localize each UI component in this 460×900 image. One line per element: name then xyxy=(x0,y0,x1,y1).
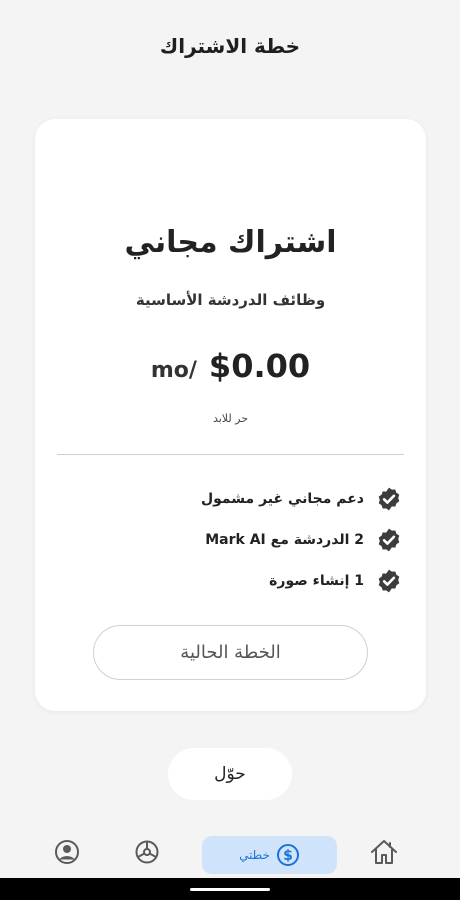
home-icon xyxy=(371,840,397,864)
plan-description: وظائف الدردشة الأساسية xyxy=(135,291,326,309)
current-plan-button[interactable]: الخطة الحالية xyxy=(93,625,368,680)
feature-text: 1 إنشاء صورة xyxy=(269,572,364,589)
price-note: حر للابد xyxy=(212,412,249,425)
list-item: 2 الدردشة مع Mark AI xyxy=(35,519,426,560)
profile-icon xyxy=(55,840,79,864)
nav-item-profile[interactable] xyxy=(47,832,87,872)
feature-text: دعم مجاني غير مشمول xyxy=(201,490,364,507)
plan-card: اشتراك مجاني وظائف الدردشة الأساسية mo/ … xyxy=(35,119,426,711)
nav-item-settings[interactable] xyxy=(127,832,167,872)
bottom-nav: $ خطتي xyxy=(0,832,460,878)
nav-item-home[interactable] xyxy=(362,832,406,872)
verified-check-icon xyxy=(378,528,400,551)
feature-list: دعم مجاني غير مشمول 2 الدردشة مع Mark AI… xyxy=(35,478,426,601)
system-navigation-bar xyxy=(0,878,460,900)
list-item: دعم مجاني غير مشمول xyxy=(35,478,426,519)
plan-name: اشتراك مجاني xyxy=(124,225,337,260)
dollar-circle-icon: $ xyxy=(276,844,299,866)
verified-check-icon xyxy=(378,487,400,510)
nav-item-plan[interactable]: $ خطتي xyxy=(202,836,337,874)
svg-text:$: $ xyxy=(283,848,293,864)
list-item: 1 إنشاء صورة xyxy=(35,560,426,601)
page-title: خطة الاشتراك xyxy=(159,34,301,58)
verified-check-icon xyxy=(378,569,400,592)
feature-text: 2 الدردشة مع Mark AI xyxy=(205,531,364,548)
price-period: mo/ xyxy=(150,358,197,383)
home-indicator[interactable] xyxy=(190,888,270,891)
gear-icon xyxy=(135,840,159,864)
switch-button[interactable]: حوّل xyxy=(168,748,292,800)
divider xyxy=(57,454,404,455)
price-row: mo/ $0.00 xyxy=(35,347,426,385)
nav-item-plan-label: خطتي xyxy=(239,848,270,862)
price-amount: $0.00 xyxy=(208,347,311,385)
